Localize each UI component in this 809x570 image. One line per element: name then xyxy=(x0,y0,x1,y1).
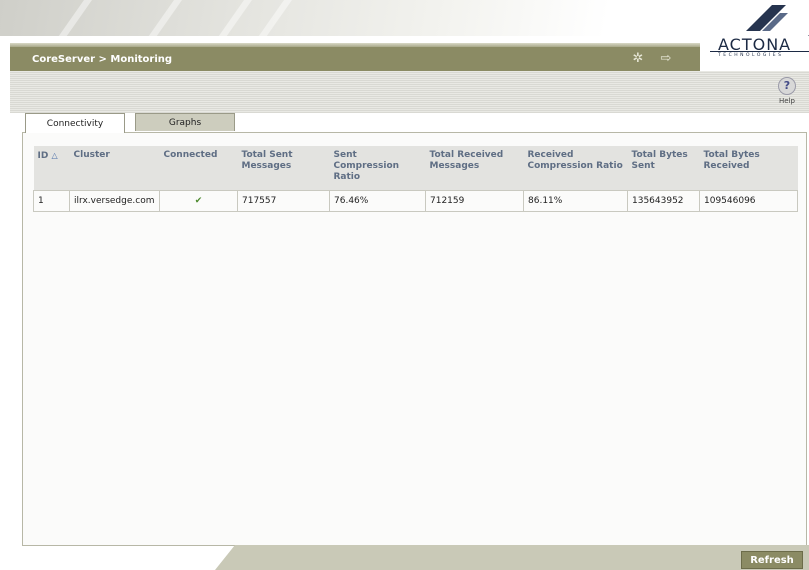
connectivity-panel: ID △ Cluster Connected Total Sent Messag… xyxy=(22,132,807,546)
breadcrumb[interactable]: CoreServer > Monitoring xyxy=(32,54,172,65)
cell-sent-compression-ratio: 76.46% xyxy=(329,190,426,212)
toolbar-band: ? Help xyxy=(10,71,809,113)
cell-total-bytes-sent: 135643952 xyxy=(627,190,700,212)
tab-connectivity-label: Connectivity xyxy=(46,118,104,129)
column-header-sent-compression-ratio[interactable]: Sent Compression Ratio xyxy=(329,146,426,191)
cell-id: 1 xyxy=(33,190,70,212)
column-header-total-received-messages[interactable]: Total Received Messages xyxy=(425,146,524,191)
column-header-id[interactable]: ID △ xyxy=(33,146,70,191)
tab-graphs[interactable]: Graphs xyxy=(135,113,235,131)
tab-connectivity[interactable]: Connectivity xyxy=(25,113,125,133)
logo-mark-icon xyxy=(746,5,788,31)
column-header-total-bytes-sent[interactable]: Total Bytes Sent xyxy=(627,146,700,191)
header-icons: ✲ ⇨ xyxy=(630,51,674,67)
column-header-received-compression-ratio[interactable]: Received Compression Ratio xyxy=(523,146,628,191)
check-icon: ✔ xyxy=(159,190,238,212)
cell-received-compression-ratio: 86.11% xyxy=(523,190,628,212)
help-icon: ? xyxy=(778,77,796,95)
app-header: CoreServer > Monitoring ✲ ⇨ ACTONA TM TE… xyxy=(10,5,809,71)
logo-subtext: TECHNOLOGIES xyxy=(718,53,784,58)
column-header-total-sent-messages[interactable]: Total Sent Messages xyxy=(237,146,330,191)
cell-cluster: ilrx.versedge.com xyxy=(69,190,160,212)
sort-ascending-icon[interactable]: △ xyxy=(51,151,57,160)
table-row[interactable]: 1 ilrx.versedge.com ✔ 717557 76.46% 7121… xyxy=(33,190,798,212)
logout-icon[interactable]: ⇨ xyxy=(658,51,674,67)
cell-total-received-messages: 712159 xyxy=(425,190,524,212)
logo-underline xyxy=(710,51,809,52)
connectivity-table: ID △ Cluster Connected Total Sent Messag… xyxy=(33,146,798,212)
company-logo: ACTONA TM TECHNOLOGIES xyxy=(710,5,809,71)
footer-bar xyxy=(235,545,809,570)
wand-icon[interactable]: ✲ xyxy=(630,51,646,67)
cell-total-bytes-received: 109546096 xyxy=(699,190,798,212)
footer-slant xyxy=(215,545,235,570)
column-header-total-bytes-received[interactable]: Total Bytes Received xyxy=(699,146,798,191)
tab-graphs-label: Graphs xyxy=(168,117,202,128)
column-header-connected[interactable]: Connected xyxy=(159,146,238,191)
help-button[interactable]: ? Help xyxy=(773,77,801,105)
refresh-button[interactable]: Refresh xyxy=(741,551,803,569)
column-header-cluster[interactable]: Cluster xyxy=(69,146,160,191)
help-label: Help xyxy=(779,97,795,105)
cell-total-sent-messages: 717557 xyxy=(237,190,330,212)
table-header-row: ID △ Cluster Connected Total Sent Messag… xyxy=(33,146,798,191)
